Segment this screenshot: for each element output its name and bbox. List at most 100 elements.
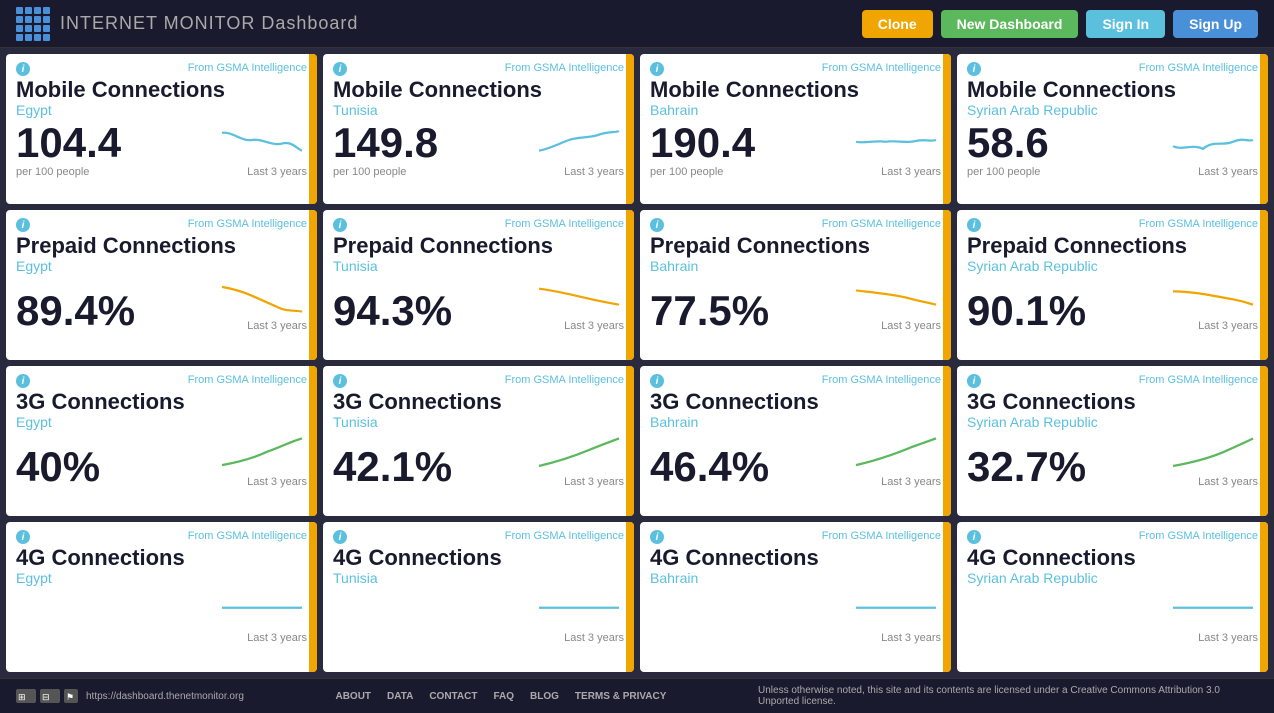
card-chart-label: Last 3 years [881, 632, 941, 644]
card-chart: Last 3 years [755, 124, 941, 178]
footer-license: Unless otherwise noted, this site and it… [758, 685, 1258, 707]
card-title: Mobile Connections [967, 78, 1258, 102]
dashboard-card: i From GSMA Intelligence Prepaid Connect… [640, 210, 951, 360]
sparkline-chart [217, 434, 307, 474]
card-accent-bar [1260, 54, 1268, 204]
card-source: From GSMA Intelligence [16, 218, 307, 230]
card-info-icon: i [16, 530, 30, 544]
card-source: From GSMA Intelligence [650, 62, 941, 74]
card-info-icon: i [333, 530, 347, 544]
card-value: 104.4 [16, 122, 121, 164]
card-value: 190.4 [650, 122, 755, 164]
footer-link[interactable]: About [335, 691, 371, 702]
card-accent-bar [626, 522, 634, 672]
card-source: From GSMA Intelligence [333, 374, 624, 386]
card-country: Bahrain [650, 414, 941, 430]
card-chart-label: Last 3 years [881, 320, 941, 332]
card-value-row: Last 3 years [333, 590, 624, 644]
sparkline-chart [534, 590, 624, 630]
sparkline-chart [851, 124, 941, 164]
card-country: Syrian Arab Republic [967, 414, 1258, 430]
card-info-icon: i [967, 218, 981, 232]
card-source: From GSMA Intelligence [967, 218, 1258, 230]
footer-link[interactable]: Data [387, 691, 413, 702]
card-source: From GSMA Intelligence [333, 530, 624, 542]
card-value-row: 58.6 per 100 people Last 3 years [967, 122, 1258, 178]
card-chart: Last 3 years [16, 590, 307, 644]
card-accent-bar [943, 366, 951, 516]
card-value: 94.3% [333, 290, 452, 332]
card-sublabel: per 100 people [967, 166, 1049, 178]
card-chart-label: Last 3 years [564, 320, 624, 332]
sign-up-button[interactable]: Sign Up [1173, 10, 1258, 38]
card-info-icon: i [650, 62, 664, 76]
sign-in-button[interactable]: Sign In [1086, 10, 1165, 38]
card-info-icon: i [16, 62, 30, 76]
card-chart-label: Last 3 years [247, 320, 307, 332]
card-country: Tunisia [333, 102, 624, 118]
card-info-icon: i [650, 530, 664, 544]
card-country: Egypt [16, 258, 307, 274]
card-value: 46.4% [650, 446, 769, 488]
card-title: Mobile Connections [333, 78, 624, 102]
logo-text: INTERNET MONITOR [60, 13, 255, 33]
sparkline-chart [1168, 590, 1258, 630]
dashboard-card: i From GSMA Intelligence 4G Connections … [640, 522, 951, 672]
card-sublabel: per 100 people [16, 166, 121, 178]
card-value-row: 77.5% Last 3 years [650, 278, 941, 332]
card-chart: Last 3 years [1086, 434, 1258, 488]
card-title: Prepaid Connections [333, 234, 624, 258]
card-accent-bar [626, 366, 634, 516]
card-chart: Last 3 years [121, 124, 307, 178]
card-accent-bar [943, 54, 951, 204]
card-title: Prepaid Connections [650, 234, 941, 258]
card-accent-bar [309, 210, 317, 360]
footer-link[interactable]: FAQ [493, 691, 514, 702]
new-dashboard-button[interactable]: New Dashboard [941, 10, 1079, 38]
dashboard-card: i From GSMA Intelligence 4G Connections … [957, 522, 1268, 672]
card-accent-bar [1260, 210, 1268, 360]
card-chart-label: Last 3 years [1198, 632, 1258, 644]
header-buttons: Clone New Dashboard Sign In Sign Up [862, 10, 1258, 38]
card-accent-bar [309, 54, 317, 204]
card-sublabel: per 100 people [650, 166, 755, 178]
card-chart: Last 3 years [333, 590, 624, 644]
card-chart: Last 3 years [452, 278, 624, 332]
footer-link[interactable]: Contact [429, 691, 477, 702]
sparkline-chart [534, 434, 624, 474]
card-source: From GSMA Intelligence [967, 530, 1258, 542]
card-value-row: Last 3 years [650, 590, 941, 644]
card-source: From GSMA Intelligence [16, 530, 307, 542]
card-source: From GSMA Intelligence [333, 218, 624, 230]
card-info-icon: i [967, 374, 981, 388]
dashboard-card: i From GSMA Intelligence 4G Connections … [323, 522, 634, 672]
card-chart-label: Last 3 years [881, 166, 941, 178]
footer-link[interactable]: Terms & Privacy [575, 691, 667, 702]
clone-button[interactable]: Clone [862, 10, 933, 38]
card-info-icon: i [333, 218, 347, 232]
card-title: 3G Connections [333, 390, 624, 414]
card-chart-label: Last 3 years [247, 476, 307, 488]
card-info-icon: i [333, 62, 347, 76]
sparkline-chart [534, 124, 624, 164]
card-value-row: 90.1% Last 3 years [967, 278, 1258, 332]
card-value: 77.5% [650, 290, 769, 332]
sparkline-chart [1168, 434, 1258, 474]
card-value: 42.1% [333, 446, 452, 488]
card-chart: Last 3 years [438, 124, 624, 178]
footer-link[interactable]: Blog [530, 691, 559, 702]
card-country: Tunisia [333, 414, 624, 430]
card-chart-label: Last 3 years [1198, 476, 1258, 488]
dashboard-card: i From GSMA Intelligence Mobile Connecti… [6, 54, 317, 204]
card-value-row: 190.4 per 100 people Last 3 years [650, 122, 941, 178]
card-chart: Last 3 years [135, 278, 307, 332]
card-value: 89.4% [16, 290, 135, 332]
sparkline-chart [217, 278, 307, 318]
card-chart: Last 3 years [100, 434, 307, 488]
footer-icon-2: ⊟ [40, 689, 60, 703]
card-value-row: 149.8 per 100 people Last 3 years [333, 122, 624, 178]
card-info-icon: i [967, 530, 981, 544]
card-source: From GSMA Intelligence [16, 62, 307, 74]
card-value-row: 104.4 per 100 people Last 3 years [16, 122, 307, 178]
card-chart-label: Last 3 years [881, 476, 941, 488]
